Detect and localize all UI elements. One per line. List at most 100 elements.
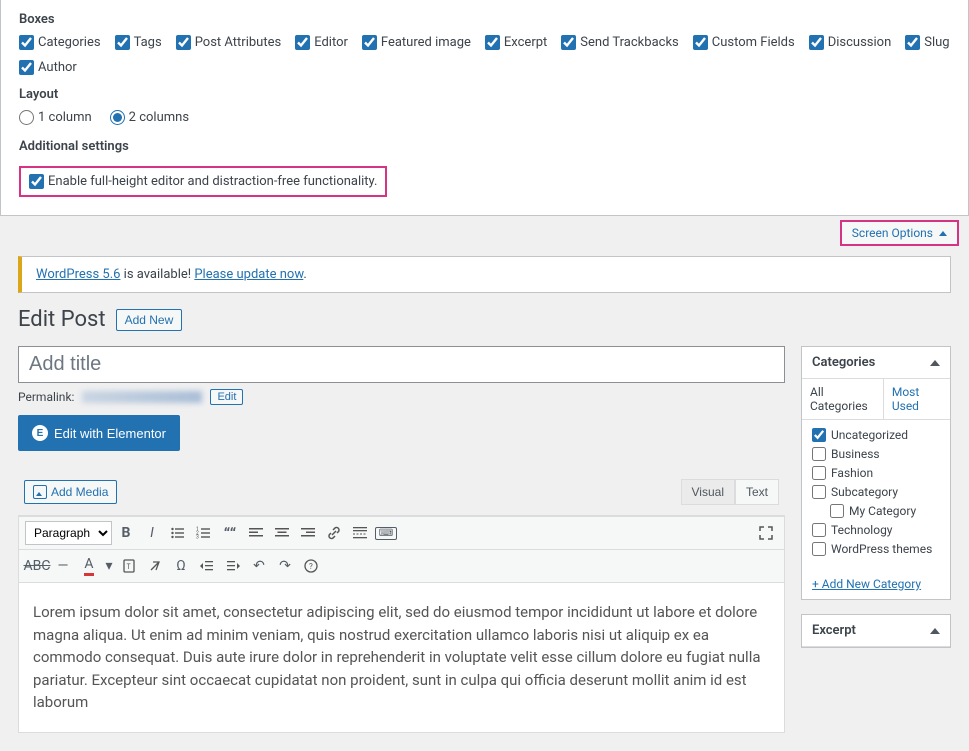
category-item-business[interactable]: Business [812,447,940,461]
box-checkbox-editor[interactable]: Editor [295,35,348,50]
svg-text:?: ? [309,562,313,571]
outdent-icon[interactable] [195,554,219,578]
category-item-fashion[interactable]: Fashion [812,466,940,480]
add-new-category-link[interactable]: + Add New Category [802,569,950,599]
category-item-uncategorized[interactable]: Uncategorized [812,428,940,442]
category-item-technology[interactable]: Technology [812,523,940,537]
text-color-icon[interactable]: A [77,554,101,578]
box-input[interactable] [693,35,708,50]
italic-icon[interactable]: I [140,521,164,545]
paste-text-icon[interactable]: T [117,554,141,578]
box-input[interactable] [176,35,191,50]
tab-all-categories[interactable]: All Categories [802,379,884,419]
enable-full-height-input[interactable] [29,174,44,189]
hr-icon[interactable]: — [51,554,75,578]
two-column-layout: Permalink: Edit E Edit with Elementor Ad… [18,346,951,733]
read-more-icon[interactable] [348,521,372,545]
layout-radio-2-columns[interactable]: 2 columns [110,110,189,125]
bullet-list-icon[interactable] [166,521,190,545]
main-column: Permalink: Edit E Edit with Elementor Ad… [18,346,785,733]
category-label: WordPress themes [831,542,932,556]
clear-format-icon[interactable] [143,554,167,578]
editor-tabs: Visual Text [681,479,779,505]
category-checkbox[interactable] [812,523,826,537]
layout-input[interactable] [110,110,125,125]
editor-content[interactable]: Lorem ipsum dolor sit amet, consectetur … [19,583,784,732]
box-input[interactable] [19,35,34,50]
category-item-my-category[interactable]: My Category [830,504,940,518]
layout-label: 1 column [38,110,92,125]
box-input[interactable] [362,35,377,50]
enable-full-height-checkbox[interactable]: Enable full-height editor and distractio… [29,174,377,189]
tab-text[interactable]: Text [735,479,779,505]
format-select[interactable]: Paragraph [25,521,112,545]
box-input[interactable] [809,35,824,50]
box-checkbox-excerpt[interactable]: Excerpt [485,35,547,50]
category-checkbox[interactable] [812,485,826,499]
strikethrough-icon[interactable]: ABC [25,554,49,578]
align-left-icon[interactable] [244,521,268,545]
category-checkbox[interactable] [812,466,826,480]
page-header: Edit Post Add New [18,307,951,332]
bold-icon[interactable]: B [114,521,138,545]
tab-most-used[interactable]: Most Used [884,379,950,419]
box-label: Editor [314,35,348,50]
undo-icon[interactable]: ↶ [247,554,271,578]
indent-icon[interactable] [221,554,245,578]
add-new-button[interactable]: Add New [116,309,183,331]
box-checkbox-custom-fields[interactable]: Custom Fields [693,35,795,50]
layout-radio-1-column[interactable]: 1 column [19,110,92,125]
help-icon[interactable]: ? [299,554,323,578]
edit-with-elementor-button[interactable]: E Edit with Elementor [18,415,180,451]
blockquote-icon[interactable]: ““ [218,521,242,545]
edit-permalink-button[interactable]: Edit [210,389,243,405]
box-input[interactable] [19,60,34,75]
box-input[interactable] [485,35,500,50]
category-item-subcategory[interactable]: Subcategory [812,485,940,499]
box-checkbox-categories[interactable]: Categories [19,35,101,50]
category-checkbox[interactable] [830,504,844,518]
text-color-dropdown-icon[interactable]: ▾ [103,554,115,578]
excerpt-header[interactable]: Excerpt [802,615,950,647]
special-char-icon[interactable]: Ω [169,554,193,578]
box-checkbox-discussion[interactable]: Discussion [809,35,892,50]
link-icon[interactable] [322,521,346,545]
side-column: Categories All Categories Most Used Unca… [801,346,951,733]
box-checkbox-post-attributes[interactable]: Post Attributes [176,35,282,50]
box-checkbox-slug[interactable]: Slug [905,35,949,50]
box-checkbox-author[interactable]: Author [19,60,77,75]
box-checkbox-send-trackbacks[interactable]: Send Trackbacks [561,35,678,50]
category-label: Technology [831,523,892,537]
category-checkbox[interactable] [812,542,826,556]
box-input[interactable] [905,35,920,50]
elementor-icon: E [32,425,48,441]
box-label: Post Attributes [195,35,282,50]
box-checkbox-tags[interactable]: Tags [115,35,162,50]
wordpress-version-link[interactable]: WordPress 5.6 [36,267,120,282]
box-checkbox-featured-image[interactable]: Featured image [362,35,471,50]
number-list-icon[interactable]: 123 [192,521,216,545]
align-center-icon[interactable] [270,521,294,545]
box-input[interactable] [561,35,576,50]
redo-icon[interactable]: ↷ [273,554,297,578]
boxes-heading: Boxes [19,12,950,27]
update-now-link[interactable]: Please update now [194,267,303,282]
toolbar-toggle-icon[interactable]: ⌨ [374,521,398,545]
box-input[interactable] [295,35,310,50]
category-checkbox[interactable] [812,447,826,461]
categories-header[interactable]: Categories [802,347,950,379]
tab-visual[interactable]: Visual [681,479,735,505]
box-input[interactable] [115,35,130,50]
category-checkbox[interactable] [812,428,826,442]
align-right-icon[interactable] [296,521,320,545]
category-label: Fashion [831,466,873,480]
post-title-input[interactable] [18,346,785,383]
box-label: Slug [924,35,949,50]
add-media-button[interactable]: Add Media [24,480,117,504]
layout-input[interactable] [19,110,34,125]
categories-tabs: All Categories Most Used [802,379,950,420]
screen-options-toggle[interactable]: Screen Options [840,220,959,246]
box-label: Discussion [828,35,892,50]
fullscreen-icon[interactable] [754,521,778,545]
category-item-wordpress-themes[interactable]: WordPress themes [812,542,940,556]
